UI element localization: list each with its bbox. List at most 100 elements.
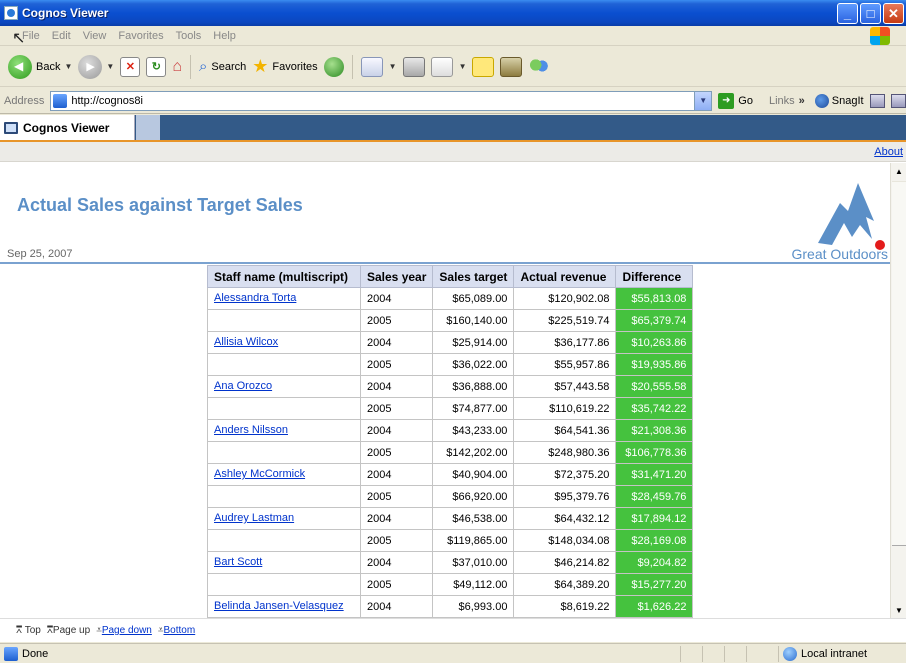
snagit-icon xyxy=(814,93,829,108)
browser-viewport: Cognos Viewer About Actual Sales against… xyxy=(0,115,906,642)
cognos-viewer-tab[interactable]: Cognos Viewer xyxy=(0,115,135,140)
sales-target-cell: $74,877.00 xyxy=(432,397,515,420)
sales-year-cell: 2005 xyxy=(359,397,434,420)
edit-dropdown-icon[interactable]: ▼ xyxy=(459,62,467,71)
staff-name-link[interactable]: Ana Orozco xyxy=(214,380,272,392)
go-button[interactable]: ➜ Go xyxy=(718,92,753,109)
window-titlebar: Cognos Viewer _ □ ✕ xyxy=(0,0,906,26)
status-cells xyxy=(680,646,768,662)
forward-button[interactable]: ▼ xyxy=(78,54,114,79)
table-header-row: Staff name (multiscript) Sales year Sale… xyxy=(207,265,694,288)
monitor-icon xyxy=(4,121,18,134)
print-icon[interactable] xyxy=(402,56,425,77)
forward-dropdown-icon[interactable]: ▼ xyxy=(106,62,114,71)
minimize-button[interactable]: _ xyxy=(837,3,858,24)
address-bar: Address http://cognos8i ▼ ➜ Go Links» Sn… xyxy=(0,88,906,114)
staff-name-link[interactable]: Allisia Wilcox xyxy=(214,336,278,348)
search-icon: ⌕ xyxy=(198,58,208,75)
links-button[interactable]: Links» xyxy=(769,95,805,107)
sales-target-cell: $46,538.00 xyxy=(432,507,515,530)
history-icon[interactable] xyxy=(323,56,344,77)
staff-name-cell: Ana Orozco xyxy=(207,375,361,398)
edit-icon[interactable] xyxy=(430,56,453,77)
vertical-scrollbar[interactable]: ▲ ▼ xyxy=(890,163,906,618)
status-text: Done xyxy=(22,647,49,660)
actual-revenue-cell: $95,379.76 xyxy=(513,485,617,508)
table-row: Ana Orozco 2004 $36,888.00 $57,443.58 $20,55… xyxy=(207,375,694,398)
maximize-button[interactable]: □ xyxy=(860,3,881,24)
col-sales-target: Sales target xyxy=(432,265,515,288)
back-button[interactable]: Back ▼ xyxy=(8,54,72,79)
address-label: Address xyxy=(4,94,45,107)
sales-year-cell: 2005 xyxy=(359,485,434,508)
snagit-capture-icon[interactable] xyxy=(869,93,885,108)
actual-revenue-cell: $225,519.74 xyxy=(513,309,617,332)
home-icon[interactable]: ⌂ xyxy=(172,58,182,76)
page-down-label: Page down xyxy=(101,625,152,636)
back-dropdown-icon[interactable]: ▼ xyxy=(64,62,72,71)
search-button[interactable]: ⌕ Search xyxy=(199,58,246,75)
research-icon[interactable] xyxy=(500,56,523,77)
sales-year-cell: 2005 xyxy=(359,441,434,464)
difference-cell: $55,813.08 xyxy=(615,287,694,310)
sales-target-cell: $65,089.00 xyxy=(432,287,515,310)
page-up-link[interactable]: ⩞Page up xyxy=(47,625,90,636)
top-label: Top xyxy=(24,625,41,636)
staff-name-link[interactable]: Belinda Jansen-Velasquez xyxy=(214,600,344,612)
difference-cell: $9,204.82 xyxy=(615,551,694,574)
menu-edit[interactable]: Edit xyxy=(52,30,71,42)
stop-icon[interactable]: ✕ xyxy=(120,56,141,77)
favorites-label: Favorites xyxy=(272,60,318,73)
staff-name-link[interactable]: Anders Nilsson xyxy=(214,424,288,436)
sales-target-cell: $6,993.00 xyxy=(432,595,515,618)
staff-name-link[interactable]: Ashley McCormick xyxy=(214,468,305,480)
snagit-button[interactable]: SnagIt xyxy=(814,93,864,108)
bottom-link[interactable]: ⩡Bottom xyxy=(158,625,195,636)
go-arrow-icon: ➜ xyxy=(718,92,735,109)
favorites-button[interactable]: ★ Favorites xyxy=(252,56,317,77)
menu-help[interactable]: Help xyxy=(213,30,236,42)
difference-cell: $19,935.86 xyxy=(615,353,694,376)
staff-name-link[interactable]: Alessandra Torta xyxy=(214,292,296,304)
menu-favorites[interactable]: Favorites xyxy=(118,30,163,42)
table-row: 2005 $74,877.00 $110,619.22 $35,742.22 xyxy=(207,397,694,420)
difference-cell: $21,308.36 xyxy=(615,419,694,442)
refresh-icon[interactable]: ↻ xyxy=(146,56,167,77)
table-row: Ashley McCormick 2004 $40,904.00 $72,375.20… xyxy=(207,463,694,486)
staff-name-cell-empty xyxy=(207,397,361,420)
address-input[interactable]: http://cognos8i ▼ xyxy=(50,90,713,111)
staff-name-cell: Belinda Jansen-Velasquez xyxy=(207,595,361,618)
actual-revenue-cell: $64,432.12 xyxy=(513,507,617,530)
staff-name-cell: Anders Nilsson xyxy=(207,419,361,442)
sales-target-cell: $160,140.00 xyxy=(432,309,515,332)
report-date: Sep 25, 2007 xyxy=(7,248,73,260)
menu-tools[interactable]: Tools xyxy=(176,30,202,42)
sales-year-cell: 2005 xyxy=(359,353,434,376)
top-link[interactable]: ⩞ Top xyxy=(16,625,41,636)
scroll-down-icon[interactable]: ▼ xyxy=(891,602,906,618)
mail-icon[interactable] xyxy=(360,56,383,77)
difference-cell: $10,263.86 xyxy=(615,331,694,354)
notes-icon[interactable] xyxy=(472,56,495,77)
sales-target-cell: $142,202.00 xyxy=(432,441,515,464)
chevron-right-icon: » xyxy=(798,94,805,107)
about-link[interactable]: About xyxy=(874,146,903,158)
scrollbar-thumb[interactable] xyxy=(892,181,906,546)
close-button[interactable]: ✕ xyxy=(883,3,904,24)
tab-separator xyxy=(136,115,160,140)
address-url[interactable]: http://cognos8i xyxy=(71,95,143,107)
menu-view[interactable]: View xyxy=(83,30,107,42)
snagit-window-icon[interactable] xyxy=(890,93,906,108)
staff-name-link[interactable]: Bart Scott xyxy=(214,556,262,568)
address-dropdown-icon[interactable]: ▼ xyxy=(694,91,712,110)
difference-cell: $106,778.36 xyxy=(615,441,694,464)
messenger-icon[interactable] xyxy=(528,56,551,77)
table-row: 2005 $160,140.00 $225,519.74 $65,379.74 xyxy=(207,309,694,332)
staff-name-link[interactable]: Audrey Lastman xyxy=(214,512,294,524)
page-icon xyxy=(53,93,68,108)
mail-dropdown-icon[interactable]: ▼ xyxy=(389,62,397,71)
page-down-link[interactable]: ⩡Page down xyxy=(96,625,152,636)
bottom-label: Bottom xyxy=(163,625,196,636)
difference-cell: $17,894.12 xyxy=(615,507,694,530)
scroll-up-icon[interactable]: ▲ xyxy=(891,163,906,179)
